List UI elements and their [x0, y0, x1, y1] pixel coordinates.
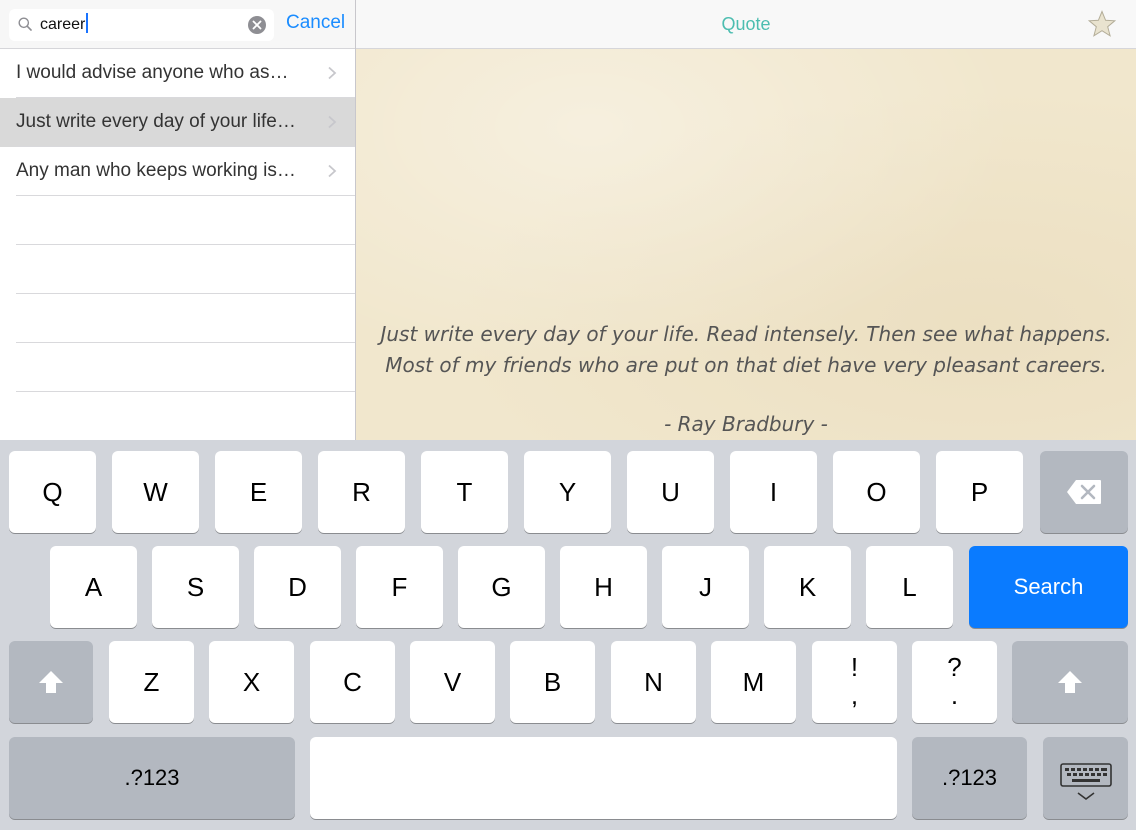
- star-icon[interactable]: [1088, 10, 1116, 38]
- key-q[interactable]: Q: [9, 451, 96, 533]
- numbers-left-button[interactable]: .?123: [9, 737, 295, 819]
- search-button[interactable]: Search: [969, 546, 1128, 628]
- key-e[interactable]: E: [215, 451, 302, 533]
- detail-pane: Quote Just write every day of your life.…: [356, 0, 1136, 440]
- key-t[interactable]: T: [421, 451, 508, 533]
- chevron-right-icon: [328, 115, 337, 129]
- key-r[interactable]: R: [318, 451, 405, 533]
- key-j[interactable]: J: [662, 546, 749, 628]
- shift-right-button[interactable]: [1012, 641, 1128, 723]
- quote-card: Just write every day of your life. Read …: [356, 49, 1136, 440]
- search-input[interactable]: career: [40, 9, 89, 41]
- results-list: I would advise anyone who as… Just write…: [0, 49, 355, 392]
- search-bar: career Cancel: [0, 0, 355, 49]
- search-icon: [18, 17, 32, 31]
- key-z[interactable]: Z: [109, 641, 194, 723]
- quote-line: Just write every day of your life. Read …: [380, 322, 1112, 346]
- chevron-right-icon: [328, 164, 337, 178]
- master-pane: career Cancel I would advise anyone who …: [0, 0, 356, 440]
- key-y[interactable]: Y: [524, 451, 611, 533]
- numbers-right-button[interactable]: .?123: [912, 737, 1027, 819]
- chevron-right-icon: [328, 66, 337, 80]
- row-divider: [16, 391, 355, 392]
- key-p[interactable]: P: [936, 451, 1023, 533]
- list-item-label: Just write every day of your life…: [16, 111, 296, 132]
- empty-row: [0, 245, 355, 294]
- detail-navbar: Quote: [356, 0, 1136, 49]
- key-m[interactable]: M: [711, 641, 796, 723]
- list-item-label: Any man who keeps working is…: [16, 160, 296, 181]
- backspace-button[interactable]: [1040, 451, 1128, 533]
- key-exclamation-comma[interactable]: ! ,: [812, 641, 897, 723]
- key-k[interactable]: K: [764, 546, 851, 628]
- shift-left-button[interactable]: [9, 641, 93, 723]
- key-a[interactable]: A: [50, 546, 137, 628]
- key-o[interactable]: O: [833, 451, 920, 533]
- key-x[interactable]: X: [209, 641, 294, 723]
- empty-row: [0, 196, 355, 245]
- key-g[interactable]: G: [458, 546, 545, 628]
- text-caret: [86, 13, 89, 33]
- keyboard-hide-icon: [1060, 763, 1112, 800]
- key-question-period[interactable]: ? .: [912, 641, 997, 723]
- key-s[interactable]: S: [152, 546, 239, 628]
- list-item[interactable]: Any man who keeps working is…: [0, 147, 355, 196]
- shift-icon: [1058, 671, 1082, 693]
- key-w[interactable]: W: [112, 451, 199, 533]
- key-i[interactable]: I: [730, 451, 817, 533]
- dismiss-keyboard-button[interactable]: [1043, 737, 1128, 819]
- key-f[interactable]: F: [356, 546, 443, 628]
- search-field[interactable]: career: [9, 9, 274, 41]
- list-item-label: I would advise anyone who as…: [16, 62, 289, 83]
- space-bar[interactable]: [310, 737, 897, 819]
- quote-text: Just write every day of your life. Read …: [366, 319, 1126, 381]
- key-b[interactable]: B: [510, 641, 595, 723]
- key-d[interactable]: D: [254, 546, 341, 628]
- shift-icon: [39, 671, 63, 693]
- page-title: Quote: [721, 14, 771, 34]
- clear-search-icon[interactable]: [248, 16, 266, 34]
- cancel-button[interactable]: Cancel: [286, 10, 345, 36]
- list-item[interactable]: I would advise anyone who as…: [0, 49, 355, 98]
- key-h[interactable]: H: [560, 546, 647, 628]
- key-l[interactable]: L: [866, 546, 953, 628]
- on-screen-keyboard: Q W E R T Y U I O P A S D F G H J K L Se…: [0, 440, 1136, 830]
- key-n[interactable]: N: [611, 641, 696, 723]
- key-c[interactable]: C: [310, 641, 395, 723]
- backspace-icon: [1067, 480, 1101, 504]
- empty-row: [0, 343, 355, 392]
- quote-line: Most of my friends who are put on that d…: [385, 353, 1107, 377]
- key-v[interactable]: V: [410, 641, 495, 723]
- empty-row: [0, 294, 355, 343]
- key-u[interactable]: U: [627, 451, 714, 533]
- list-item-selected[interactable]: Just write every day of your life…: [0, 98, 355, 147]
- quote-author: - Ray Bradbury -: [664, 412, 828, 436]
